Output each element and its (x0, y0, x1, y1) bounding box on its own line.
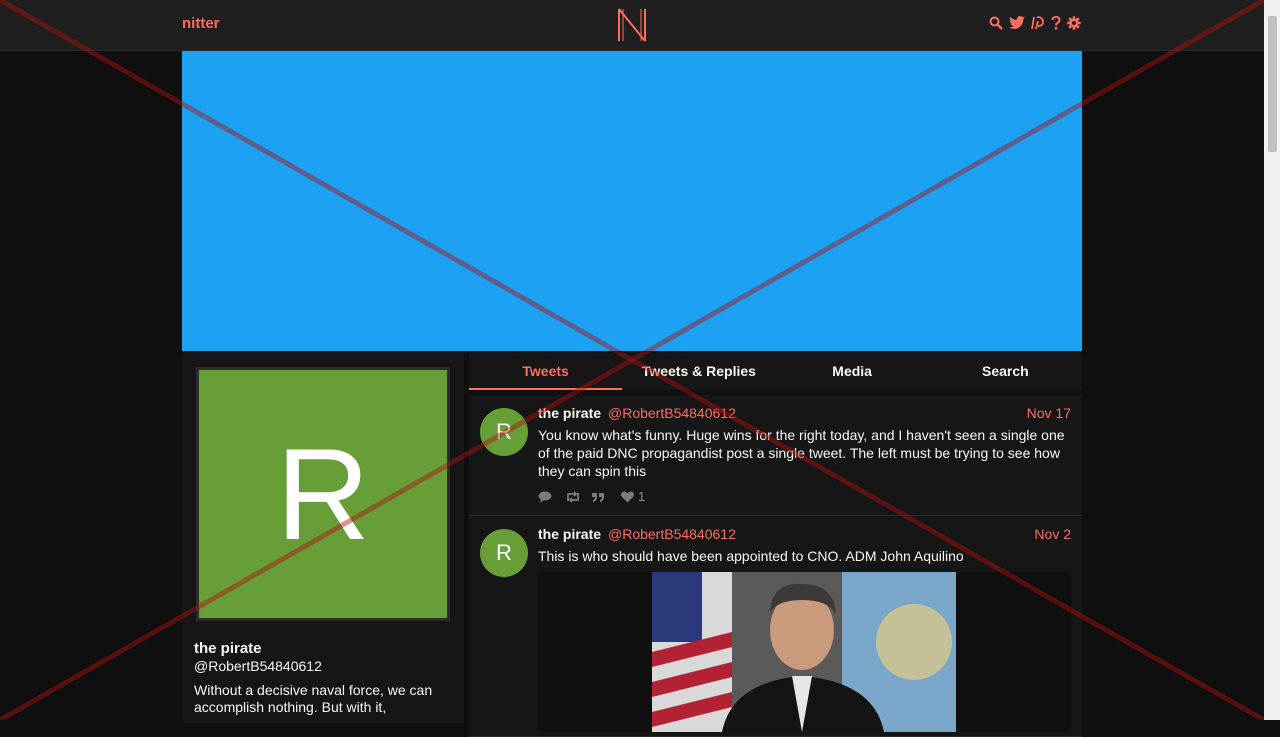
avatar-letter: R (496, 540, 512, 565)
avatar-letter: R (496, 419, 512, 444)
comment-icon (538, 491, 552, 503)
page-scrollbar[interactable] (1264, 0, 1280, 720)
timeline-tabs: Tweets Tweets & Replies Media Search (469, 353, 1082, 390)
tweet-item[interactable]: R the pirate @RobertB54840612 Nov 17 You… (469, 395, 1082, 516)
tab-tweets[interactable]: Tweets (469, 353, 623, 390)
tweet-stats: 1 (538, 489, 645, 504)
nitter-logo-icon[interactable] (616, 7, 648, 43)
brand-link[interactable]: nitter (182, 15, 220, 32)
tweet-text: You know what's funny. Huge wins for the… (538, 427, 1065, 479)
like-stat: 1 (621, 489, 645, 504)
quote-icon (592, 492, 604, 502)
tweet-fullname[interactable]: the pirate (538, 526, 601, 542)
help-icon[interactable] (1051, 16, 1061, 30)
tweet-username[interactable]: @RobertB54840612 (608, 405, 736, 421)
tweet-fullname[interactable]: the pirate (538, 405, 601, 421)
tweet-date[interactable]: Nov 2 (1034, 526, 1071, 542)
tweet-item[interactable]: R the pirate @RobertB54840612 Nov 2 This… (469, 516, 1082, 737)
heart-icon (621, 491, 634, 502)
profile-banner[interactable] (182, 51, 1082, 351)
tweet-date[interactable]: Nov 17 (1027, 405, 1071, 421)
profile-avatar[interactable]: R (196, 367, 450, 621)
like-count: 1 (638, 489, 646, 504)
profile-card: R the pirate @RobertB54840612 Without a … (182, 353, 464, 723)
avatar-letter: R (276, 421, 370, 567)
tweet-image[interactable] (652, 572, 956, 732)
tweet-avatar[interactable]: R (480, 529, 528, 577)
rss-icon[interactable] (1031, 16, 1045, 30)
timeline: Tweets Tweets & Replies Media Search R t… (469, 353, 1082, 737)
scrollbar-thumb[interactable] (1268, 16, 1277, 152)
profile-username[interactable]: @RobertB54840612 (194, 658, 322, 674)
tweet-username[interactable]: @RobertB54840612 (608, 526, 736, 542)
retweet-icon (567, 490, 579, 503)
search-icon[interactable] (989, 16, 1003, 30)
tweet-media[interactable] (538, 572, 1071, 732)
tweet-text: This is who should have been appointed t… (538, 548, 964, 564)
twitter-icon[interactable] (1009, 16, 1025, 30)
tab-tweets-replies[interactable]: Tweets & Replies (622, 353, 775, 390)
tab-media[interactable]: Media (776, 353, 929, 390)
tweet-avatar[interactable]: R (480, 408, 528, 456)
top-navbar: nitter (0, 0, 1264, 51)
tab-search[interactable]: Search (929, 353, 1082, 390)
profile-fullname[interactable]: the pirate (194, 640, 262, 657)
profile-bio: Without a decisive naval force, we can a… (194, 682, 433, 715)
settings-icon[interactable] (1067, 16, 1081, 30)
